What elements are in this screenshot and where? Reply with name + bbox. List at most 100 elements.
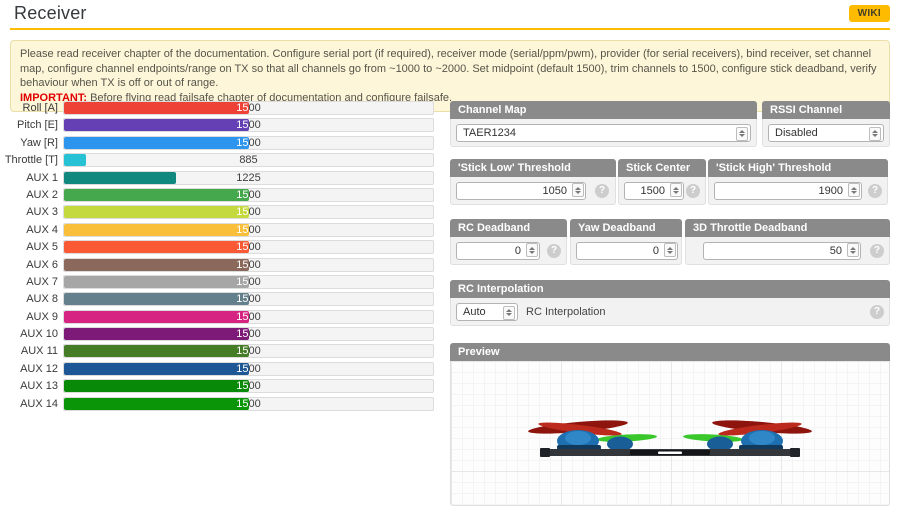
throttle-3d-deadband-header: 3D Throttle Deadband (685, 219, 890, 237)
stick-low-input[interactable] (456, 182, 586, 200)
channel-row: AUX 315001500 (4, 205, 434, 219)
preview-canvas (450, 361, 890, 506)
spinner-icon[interactable] (848, 183, 860, 197)
channel-row: AUX 215001500 (4, 188, 434, 202)
channel-meter: 15001500 (63, 310, 434, 324)
channel-bar: 885 (64, 154, 86, 166)
channel-value-overlay: 1500 (64, 276, 249, 288)
channel-value: 885 (64, 154, 433, 167)
channel-value-overlay: 1500 (64, 293, 249, 305)
select-arrows-icon (503, 306, 515, 320)
stick-low-panel: 'Stick Low' Threshold ? (450, 159, 616, 205)
channel-bar: 1500 (64, 311, 249, 323)
channel-row: AUX 715001500 (4, 275, 434, 289)
help-icon[interactable]: ? (686, 184, 700, 198)
channel-value-overlay: 1500 (64, 102, 249, 114)
channel-value-overlay: 1500 (64, 311, 249, 323)
spinner-icon[interactable] (670, 183, 682, 197)
channel-row: AUX 815001500 (4, 292, 434, 306)
rssi-channel-select[interactable]: Disabled (768, 124, 884, 142)
channel-label: AUX 8 (4, 292, 63, 306)
channel-value-overlay: 1500 (64, 259, 249, 271)
channel-label: AUX 2 (4, 188, 63, 202)
rc-interpolation-value: Auto (463, 306, 486, 318)
stick-center-panel: Stick Center ? (618, 159, 706, 205)
spinner-icon[interactable] (664, 243, 676, 257)
stick-low-header: 'Stick Low' Threshold (450, 159, 616, 177)
channel-value-overlay: 1500 (64, 119, 249, 131)
channel-meter: 15001500 (63, 327, 434, 341)
channel-meter: 15001500 (63, 136, 434, 150)
channel-meter: 15001500 (63, 292, 434, 306)
channel-bar: 1500 (64, 380, 249, 392)
channel-bar: 1500 (64, 189, 249, 201)
channel-meter: 15001500 (63, 118, 434, 132)
quadcopter-preview-model (520, 409, 820, 471)
channel-map-header: Channel Map (450, 101, 757, 119)
channel-meter: 15001500 (63, 188, 434, 202)
spinner-icon[interactable] (847, 243, 859, 257)
channel-bar: 1225 (64, 172, 176, 184)
channel-meter: 15001500 (63, 101, 434, 115)
channel-bar: 1500 (64, 259, 249, 271)
channel-label: Yaw [R] (4, 136, 63, 150)
channel-row: AUX 415001500 (4, 223, 434, 237)
help-icon[interactable]: ? (547, 244, 561, 258)
channel-meter: 15001500 (63, 240, 434, 254)
settings-column: Channel Map TAER1234 RSSI Channel Disabl… (450, 101, 890, 521)
channel-meter: 15001500 (63, 223, 434, 237)
help-icon[interactable]: ? (595, 184, 609, 198)
channel-bar: 1500 (64, 293, 249, 305)
rssi-channel-value: Disabled (775, 127, 818, 139)
yaw-deadband-header: Yaw Deadband (570, 219, 682, 237)
stick-high-input[interactable] (714, 182, 862, 200)
channel-value-overlay: 1500 (64, 189, 249, 201)
wiki-button[interactable]: WIKI (849, 5, 890, 22)
rc-deadband-header: RC Deadband (450, 219, 567, 237)
channel-row: AUX 515001500 (4, 240, 434, 254)
help-icon[interactable]: ? (870, 244, 884, 258)
channel-bar: 1500 (64, 241, 249, 253)
yaw-deadband-input[interactable] (576, 242, 678, 260)
channel-meter: 15001500 (63, 397, 434, 411)
channel-bar: 1500 (64, 328, 249, 340)
stick-center-header: Stick Center (618, 159, 706, 177)
channel-row: Pitch [E]15001500 (4, 118, 434, 132)
channel-meter: 15001500 (63, 275, 434, 289)
stick-high-panel: 'Stick High' Threshold ? (708, 159, 888, 205)
spinner-icon[interactable] (572, 183, 584, 197)
channel-row: AUX 1415001500 (4, 397, 434, 411)
page-header: Receiver WIKI (10, 0, 890, 30)
channel-bar: 1500 (64, 224, 249, 236)
channel-row: Yaw [R]15001500 (4, 136, 434, 150)
channel-bar: 1500 (64, 137, 249, 149)
help-icon[interactable]: ? (870, 305, 884, 319)
channel-row: AUX 615001500 (4, 258, 434, 272)
channel-value-overlay: 885 (64, 154, 86, 166)
throttle-3d-deadband-input[interactable] (703, 242, 861, 260)
spinner-icon[interactable] (526, 243, 538, 257)
channel-label: AUX 3 (4, 205, 63, 219)
help-icon[interactable]: ? (868, 184, 882, 198)
preview-header: Preview (450, 343, 890, 361)
channel-label: AUX 10 (4, 327, 63, 341)
channel-meter: 15001500 (63, 205, 434, 219)
channel-meter: 15001500 (63, 344, 434, 358)
rc-interpolation-select[interactable]: Auto (456, 303, 518, 321)
channel-map-select[interactable]: TAER1234 (456, 124, 751, 142)
preview-panel: Preview (450, 343, 890, 506)
channel-label: AUX 9 (4, 310, 63, 324)
rc-interpolation-panel: RC Interpolation Auto RC Interpolation ? (450, 280, 890, 326)
channel-value-overlay: 1500 (64, 206, 249, 218)
channel-row: AUX 1115001500 (4, 344, 434, 358)
channel-bar: 1500 (64, 276, 249, 288)
channel-row: Roll [A]15001500 (4, 101, 434, 115)
channel-label: AUX 6 (4, 258, 63, 272)
channel-meter: 15001500 (63, 362, 434, 376)
channel-label: AUX 13 (4, 379, 63, 393)
channel-label: AUX 1 (4, 171, 63, 185)
channel-bar: 1500 (64, 206, 249, 218)
channel-map-value: TAER1234 (463, 127, 516, 139)
channel-value-overlay: 1500 (64, 345, 249, 357)
throttle-3d-deadband-panel: 3D Throttle Deadband ? (685, 219, 890, 265)
